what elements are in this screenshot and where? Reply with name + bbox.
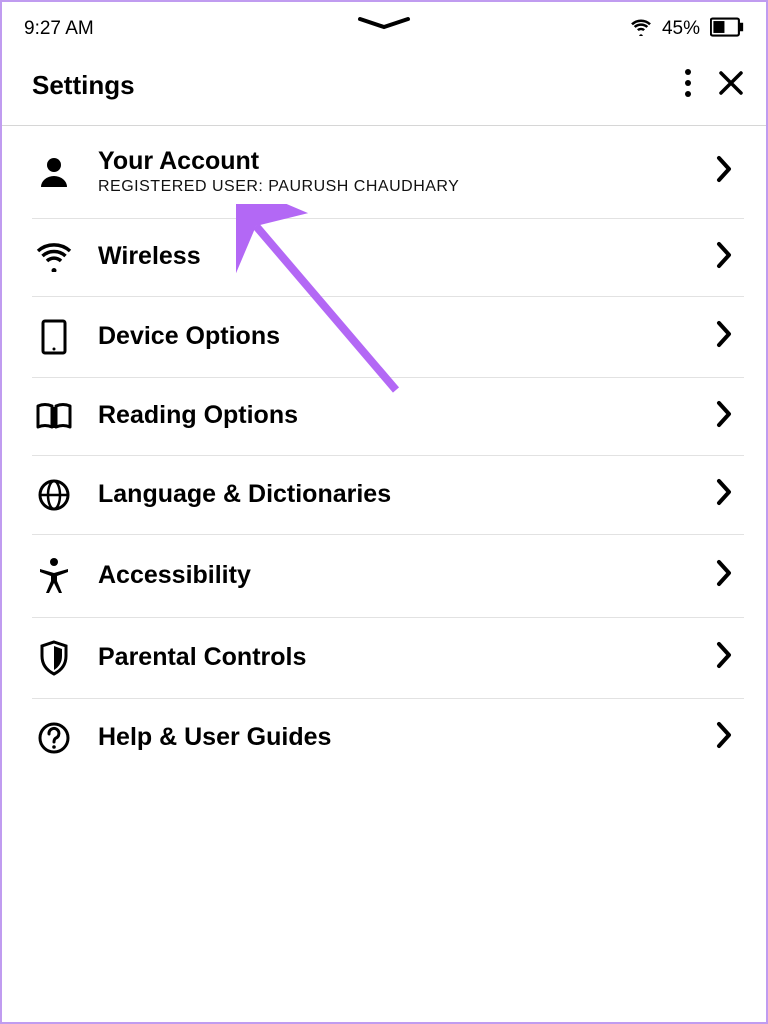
- user-icon: [34, 155, 74, 189]
- row-title: Reading Options: [98, 402, 692, 430]
- more-menu-icon[interactable]: [684, 68, 692, 103]
- row-title: Wireless: [98, 243, 692, 271]
- settings-list: Your Account REGISTERED USER: PAURUSH CH…: [2, 126, 766, 777]
- settings-row-parental-controls[interactable]: Parental Controls: [32, 618, 744, 699]
- pull-down-handle-icon[interactable]: [356, 16, 412, 35]
- chevron-right-icon: [716, 721, 738, 754]
- row-title: Your Account: [98, 148, 692, 176]
- accessibility-icon: [34, 557, 74, 595]
- settings-row-help-user-guides[interactable]: Help & User Guides: [32, 699, 744, 777]
- battery-icon: [710, 17, 744, 42]
- battery-percent: 45%: [662, 18, 700, 40]
- chevron-right-icon: [716, 155, 738, 188]
- settings-row-wireless[interactable]: Wireless: [32, 219, 744, 297]
- settings-row-device-options[interactable]: Device Options: [32, 297, 744, 378]
- chevron-right-icon: [716, 320, 738, 353]
- status-time: 9:27 AM: [24, 18, 94, 40]
- settings-row-accessibility[interactable]: Accessibility: [32, 535, 744, 618]
- row-subtitle: REGISTERED USER: PAURUSH CHAUDHARY: [98, 178, 692, 196]
- wifi-icon: [630, 18, 652, 41]
- settings-row-language-dictionaries[interactable]: Language & Dictionaries: [32, 456, 744, 535]
- settings-row-your-account[interactable]: Your Account REGISTERED USER: PAURUSH CH…: [32, 126, 744, 219]
- row-title: Language & Dictionaries: [98, 481, 692, 509]
- chevron-right-icon: [716, 641, 738, 674]
- chevron-right-icon: [716, 241, 738, 274]
- wifi-icon: [34, 242, 74, 272]
- close-button[interactable]: [718, 70, 744, 101]
- page-title: Settings: [32, 70, 135, 101]
- page-header: Settings: [2, 48, 766, 126]
- row-title: Device Options: [98, 323, 692, 351]
- chevron-right-icon: [716, 559, 738, 592]
- book-icon: [34, 401, 74, 431]
- tablet-icon: [34, 319, 74, 355]
- chevron-right-icon: [716, 478, 738, 511]
- row-title: Parental Controls: [98, 644, 692, 672]
- chevron-right-icon: [716, 400, 738, 433]
- settings-row-reading-options[interactable]: Reading Options: [32, 378, 744, 456]
- help-icon: [34, 721, 74, 755]
- row-title: Help & User Guides: [98, 724, 692, 752]
- shield-icon: [34, 640, 74, 676]
- row-title: Accessibility: [98, 562, 692, 590]
- globe-icon: [34, 478, 74, 512]
